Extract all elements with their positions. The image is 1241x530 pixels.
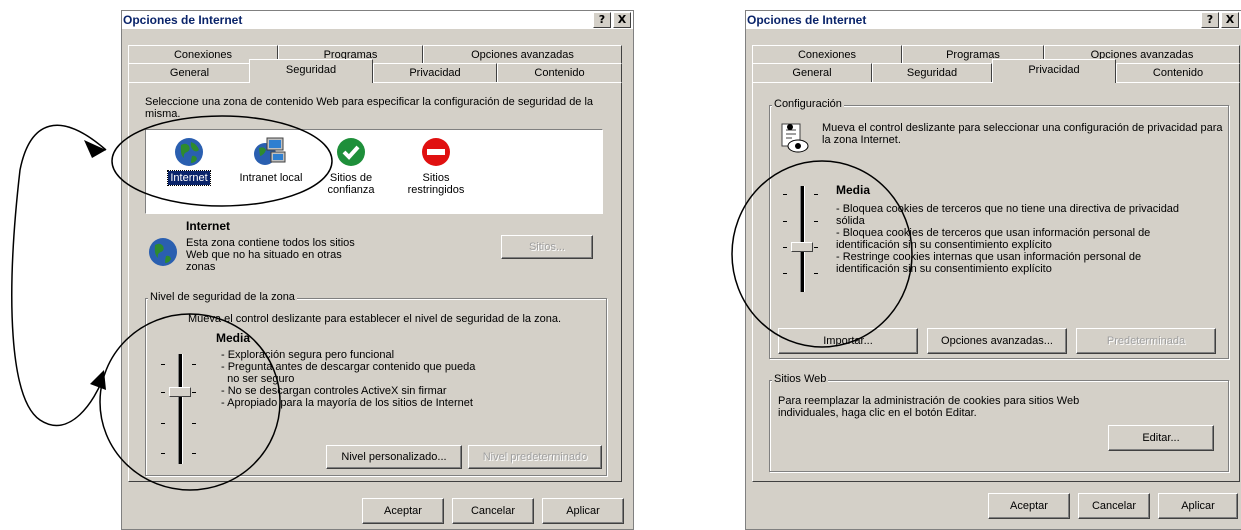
slider-tick — [814, 247, 818, 248]
tab-general[interactable]: General — [752, 63, 872, 83]
slider-tick — [783, 247, 787, 248]
ok-button[interactable]: Aceptar — [362, 498, 444, 524]
no-entry-icon — [422, 138, 450, 166]
slider-tick — [783, 194, 787, 195]
zone-confianza-label: Sitios de confianza — [327, 172, 375, 196]
level-bullet: - Pregunta antes de descargar contenido … — [221, 361, 476, 373]
tab-contenido[interactable]: Contenido — [1116, 63, 1240, 83]
config-group: Configuración Mueva el control deslizant… — [769, 98, 1229, 359]
default-level-button[interactable]: Nivel predeterminado — [468, 445, 602, 469]
zone-sitios-confianza[interactable]: Sitios de confianza — [316, 136, 386, 197]
level-bullet: no ser seguro — [221, 373, 295, 385]
import-button[interactable]: Importar... — [778, 328, 918, 354]
cancel-button[interactable]: Cancelar — [1078, 493, 1150, 519]
right-title-bar: Opciones de Internet ? X — [746, 11, 1241, 29]
left-title-bar: Opciones de Internet ? X — [122, 11, 633, 29]
zone-intranet-label: Intranet local — [239, 172, 303, 184]
arrow-head — [90, 370, 106, 390]
slider-tick — [161, 392, 165, 393]
slider-tick — [192, 392, 196, 393]
level-bullet: - No se descargan controles ActiveX sin … — [221, 385, 447, 397]
check-icon — [337, 138, 365, 166]
zone-instructions: Seleccione una zona de contenido Web par… — [145, 96, 594, 120]
slider-tick — [814, 221, 818, 222]
advanced-button[interactable]: Opciones avanzadas... — [927, 328, 1067, 354]
globe-icon — [175, 138, 203, 166]
level-bullet: - Exploración segura pero funcional — [221, 349, 395, 361]
connector-arrow — [11, 124, 107, 427]
tab-seguridad[interactable]: Seguridad — [872, 63, 992, 83]
slider-track — [800, 186, 805, 292]
slider-tick — [192, 423, 196, 424]
slider-track — [178, 354, 183, 464]
tab-opciones-avanzadas[interactable]: Opciones avanzadas — [423, 45, 622, 65]
help-button[interactable]: ? — [1201, 12, 1219, 28]
slider-tick — [814, 194, 818, 195]
websites-text: Para reemplazar la administración de coo… — [778, 395, 1080, 419]
slider-tick — [783, 273, 787, 274]
level-bullet: - Bloquea cookies de terceros que no tie… — [836, 203, 1180, 215]
level-name: Media — [836, 183, 871, 197]
slider-instruction: Mueva el control deslizante para estable… — [188, 313, 562, 325]
level-bullet: identificación sin su consentimiento exp… — [836, 239, 1052, 251]
zone-list: Internet Intranet local Sitios de confia… — [145, 129, 603, 214]
level-bullet: - Apropiado para la mayoría de los sitio… — [221, 397, 473, 409]
slider-thumb[interactable] — [791, 242, 813, 252]
level-bullet: - Restringe cookies internas que usan in… — [836, 251, 1142, 263]
network-computer-icon — [254, 137, 286, 165]
zone-sitios-restringidos[interactable]: Sitios restringidos — [396, 136, 476, 197]
privacy-panel: Configuración Mueva el control deslizant… — [752, 82, 1240, 482]
right-dialog: Opciones de Internet ? X Conexiones Prog… — [745, 10, 1241, 530]
security-level-group: Nivel de seguridad de la zona Mueva el c… — [145, 291, 607, 476]
zone-internet[interactable]: Internet — [154, 136, 224, 186]
tab-contenido[interactable]: Contenido — [497, 63, 622, 83]
slider-tick — [161, 364, 165, 365]
right-dialog-title: Opciones de Internet — [747, 13, 867, 27]
tab-privacidad[interactable]: Privacidad — [373, 63, 497, 83]
security-level-group-title: Nivel de seguridad de la zona — [148, 291, 297, 303]
arrow-head — [84, 140, 106, 158]
slider-tick — [161, 423, 165, 424]
slider-tick — [814, 273, 818, 274]
level-name: Media — [216, 331, 251, 345]
globe-icon — [149, 238, 177, 266]
zone-restringidos-label: Sitios restringidos — [407, 172, 465, 196]
cancel-button[interactable]: Cancelar — [452, 498, 534, 524]
close-button[interactable]: X — [613, 12, 631, 28]
apply-button[interactable]: Aplicar — [1158, 493, 1238, 519]
tab-seguridad[interactable]: Seguridad — [249, 59, 373, 83]
zone-internet-label: Internet — [167, 170, 211, 186]
privacy-icon — [781, 123, 809, 153]
zone-title: Internet — [186, 219, 231, 233]
level-bullet: identificación sin su consentimiento exp… — [836, 263, 1052, 275]
slider-tick — [192, 364, 196, 365]
websites-group: Sitios Web Para reemplazar la administra… — [769, 373, 1229, 472]
tab-general[interactable]: General — [128, 63, 251, 83]
zone-description: Esta zona contiene todos los sitios Web … — [186, 237, 355, 273]
help-button[interactable]: ? — [593, 12, 611, 28]
tab-conexiones[interactable]: Conexiones — [752, 45, 902, 65]
close-button[interactable]: X — [1221, 12, 1239, 28]
edit-button[interactable]: Editar... — [1108, 425, 1214, 451]
left-dialog-title: Opciones de Internet — [123, 13, 243, 27]
left-dialog: Opciones de Internet ? X Conexiones Prog… — [121, 10, 634, 530]
default-button[interactable]: Predeterminada — [1076, 328, 1216, 354]
zone-intranet-local[interactable]: Intranet local — [226, 136, 316, 185]
slider-thumb[interactable] — [169, 387, 191, 397]
apply-button[interactable]: Aplicar — [542, 498, 624, 524]
config-group-title: Configuración — [772, 98, 844, 110]
ok-button[interactable]: Aceptar — [988, 493, 1070, 519]
slider-tick — [161, 453, 165, 454]
config-instruction: Mueva el control deslizante para selecci… — [822, 122, 1223, 146]
sites-button[interactable]: Sitios... — [501, 235, 593, 259]
websites-group-title: Sitios Web — [772, 373, 829, 385]
slider-tick — [192, 453, 196, 454]
slider-tick — [783, 221, 787, 222]
level-bullet: - Bloquea cookies de terceros que usan i… — [836, 227, 1151, 239]
tab-privacidad[interactable]: Privacidad — [992, 59, 1116, 83]
level-bullet: sólida — [836, 215, 865, 227]
custom-level-button[interactable]: Nivel personalizado... — [326, 445, 462, 469]
security-panel: Seleccione una zona de contenido Web par… — [128, 82, 622, 482]
